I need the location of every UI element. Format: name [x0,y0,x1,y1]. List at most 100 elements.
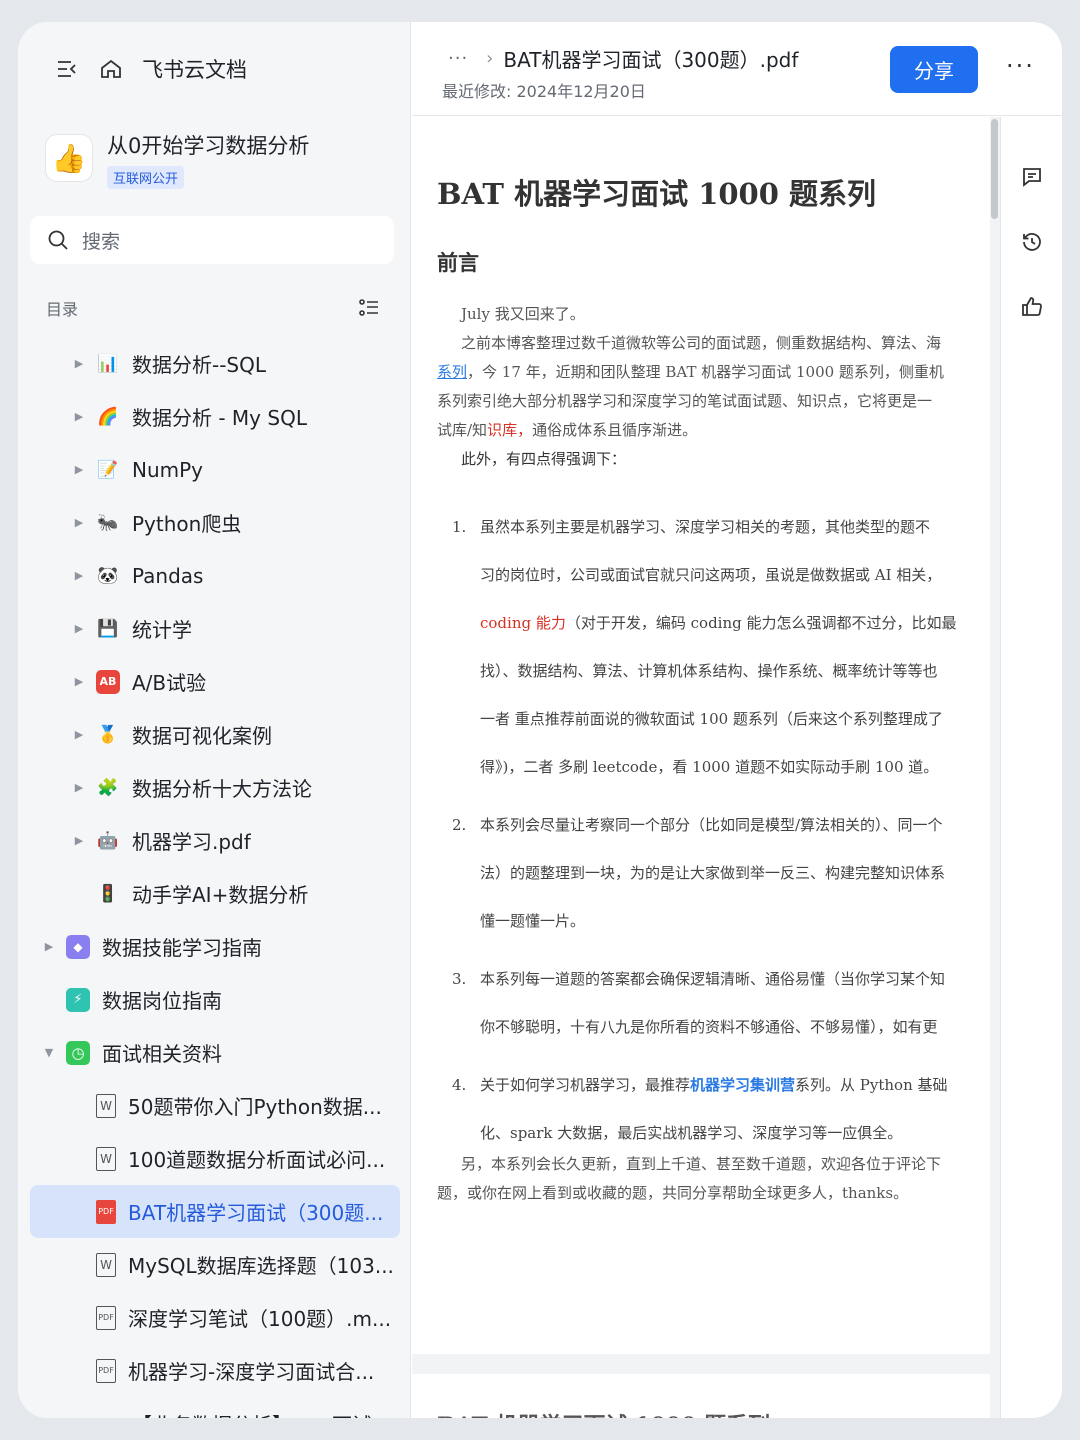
sidebar-item[interactable]: ▶ 💾 统计学 [30,602,400,655]
intro-line: 试库/知识库，通俗成体系且循序渐进。 [437,421,698,439]
sidebar-item[interactable]: ▶ 🌈 数据分析 - My SQL [30,390,400,443]
sidebar-item-label: A/B试验 [132,671,207,695]
chevron-right-icon[interactable]: ▶ [72,781,86,794]
breadcrumb-more-icon[interactable]: ··· [448,48,468,69]
sidebar-item[interactable]: ▶ 🥇 数据可视化案例 [30,708,400,761]
list-item: 3. 本系列每一道题的答案都会确保逻辑清晰、通俗易懂（当你学习某个知 你不够聪明，十… [452,955,957,1051]
chevron-right-icon[interactable]: ▶ [72,834,86,847]
sidebar-item[interactable]: 🚦 动手学AI+数据分析 [30,867,400,920]
intro-paragraph: July 我又回来了。 之前本博客整理过数千道微软等公司的面试题，侧重数据结构、… [437,300,944,474]
file-title[interactable]: BAT机器学习面试（300题）.pdf [503,44,798,73]
sidebar-item-label: NumPy [132,457,204,482]
pdf-page: BAT 机器学习面试 1000 题系列 前言 July 我又回来了。 之前本博客… [412,117,990,1354]
collapse-sidebar-icon[interactable] [54,56,80,82]
sidebar-item-label: 数据技能学习指南 [102,936,262,960]
list-line: 2. 本系列会尽量让考察同一个部分（比如同是模型/算法相关的）、同一个 [452,816,943,834]
sidebar-top: 飞书云文档 [54,54,247,84]
sidebar-item-label: 机器学习-深度学习面试合... [128,1360,375,1384]
scrollbar[interactable] [990,117,1000,1418]
sidebar-item[interactable]: W 100道题数据分析面试必问... [30,1132,400,1185]
list-line: 习的岗位时，公司或面试官就只问这两项，虽说是做数据或 AI 相关， [480,566,942,584]
list-line: 4. 关于如何学习机器学习，最推荐机器学习集训营系列。从 Python 基础 [452,1076,948,1094]
sidebar-item[interactable]: PDF 深度学习笔试（100题）.m... [30,1291,400,1344]
like-icon[interactable] [1017,292,1047,322]
sidebar-item[interactable]: ▶ AB A/B试验 [30,655,400,708]
intro-line: July 我又回来了。 [461,305,585,323]
doc-type-icon: 🤖 [97,830,119,851]
more-options-icon[interactable]: ··· [1006,52,1035,80]
scrollbar-thumb[interactable] [991,119,998,219]
sidebar-item[interactable]: ▭ 【业务数据分析】——面试... [30,1397,400,1418]
sidebar-item-label: 统计学 [132,618,192,642]
chevron-right-icon[interactable]: ▶ [72,622,86,635]
doc-type-icon: W [96,1093,116,1118]
sidebar-item[interactable]: PDF BAT机器学习面试（300题... [30,1185,400,1238]
doc-tree: ▶ 📊 数据分析--SQL ▶ 🌈 数据分析 - My SQL ▶ 📝 NumPy ▶ 🐜 Pytho… [30,337,400,1418]
chevron-right-icon[interactable]: ▶ [72,463,86,476]
toc-list-icon[interactable] [357,296,381,320]
doc-type-icon: ▭ [96,1412,120,1419]
chevron-right-icon[interactable]: ▶ [72,516,86,529]
search-icon [48,230,68,250]
workspace-name: 从0开始学习数据分析 [107,134,310,158]
list-line: 1. 虽然本系列主要是机器学习、深度学习相关的考题，其他类型的题不 [452,518,931,536]
chevron-right-icon: › [486,48,494,69]
sidebar-item[interactable]: ▶ ◆ 数据技能学习指南 [30,920,400,973]
list-item: 4. 关于如何学习机器学习，最推荐机器学习集训营系列。从 Python 基础 化、s… [452,1061,957,1157]
sidebar-item[interactable]: PDF 机器学习-深度学习面试合... [30,1344,400,1397]
sidebar-item[interactable]: W 50题带你入门Python数据... [30,1079,400,1132]
doc-type-icon: PDF [96,1199,116,1224]
sidebar-item-label: 面试相关资料 [102,1042,222,1066]
intro-line: 之前本博客整理过数千道微软等公司的面试题，侧重数据结构、算法、海 [461,334,942,352]
chevron-right-icon[interactable]: ▶ [72,675,86,688]
sidebar-item[interactable]: ▶ 📝 NumPy [30,443,400,496]
history-icon[interactable] [1017,227,1047,257]
chevron-right-icon[interactable]: ▶ [72,569,86,582]
sidebar-item-label: Python爬虫 [132,512,242,536]
chevron-right-icon[interactable]: ▶ [72,357,86,370]
sidebar-item[interactable]: ⚡ 数据岗位指南 [30,973,400,1026]
search-input[interactable]: 搜索 [30,216,394,264]
share-button[interactable]: 分享 [890,46,978,93]
home-icon[interactable] [98,56,124,82]
sidebar-item[interactable]: ▶ 🐼 Pandas [30,549,400,602]
workspace-header[interactable]: 👍 从0开始学习数据分析 互联网公开 [45,130,309,189]
chevron-right-icon[interactable]: ▶ [72,728,86,741]
sidebar-item-label: Pandas [132,563,204,588]
sidebar-item-label: 数据可视化案例 [132,724,272,748]
doc-section-title: 前言 [437,250,479,275]
doc-type-icon: W [96,1252,116,1277]
doc-type-icon: 🌈 [97,406,119,427]
sidebar-item[interactable]: ▶ 🤖 机器学习.pdf [30,814,400,867]
doc-type-icon: 🥇 [97,724,119,745]
list-line: 一者 重点推荐前面说的微软面试 100 题系列（后来这个系列整理成了 [480,710,943,728]
doc-title: BAT 机器学习面试 1000 题系列 [437,177,877,211]
doc-type-icon: AB [96,669,120,694]
intro-line: 系列，今 17 年，近期和团队整理 BAT 机器学习面试 1000 题系列，侧重… [437,363,944,381]
list-line: 3. 本系列每一道题的答案都会确保逻辑清晰、通俗易懂（当你学习某个知 [452,970,946,988]
list-line: 得》)，二者 多刷 leetcode，看 1000 道题不如实际动手刷 100 … [480,758,939,776]
sidebar-item-label: 动手学AI+数据分析 [132,883,309,907]
doc-type-icon: ◷ [66,1040,90,1065]
chevron-right-icon[interactable]: ▶ [42,940,56,953]
list-line: 法）的题整理到一块，为的是让大家做到举一反三、构建完整知识体系 [480,864,946,882]
list-line: 找）、数据结构、算法、计算机体系结构、操作系统、概率统计等等也 [480,662,938,680]
sidebar-item[interactable]: ▶ 🧩 数据分析十大方法论 [30,761,400,814]
chevron-right-icon[interactable]: ▶ [72,410,86,423]
pdf-viewer[interactable]: BAT 机器学习面试 1000 题系列 前言 July 我又回来了。 之前本博客… [412,117,990,1418]
doc-type-icon: ⚡ [66,987,90,1012]
sidebar-item-label: 数据岗位指南 [102,989,222,1013]
list-line: 懂一题懂一片。 [480,912,586,930]
doc-type-icon: 📝 [97,459,119,480]
sidebar-item[interactable]: W MySQL数据库选择题（103... [30,1238,400,1291]
comment-icon[interactable] [1017,162,1047,192]
sidebar-item[interactable]: ▼ ◷ 面试相关资料 [30,1026,400,1079]
toc-header: 目录 [46,296,381,320]
chevron-down-icon[interactable]: ▼ [42,1046,56,1059]
app-name[interactable]: 飞书云文档 [142,54,247,84]
sidebar-item[interactable]: ▶ 🐜 Python爬虫 [30,496,400,549]
sidebar-item-label: BAT机器学习面试（300题... [128,1201,384,1225]
sidebar-item[interactable]: ▶ 📊 数据分析--SQL [30,337,400,390]
sidebar-item-label: 数据分析十大方法论 [132,777,312,801]
list-item: 2. 本系列会尽量让考察同一个部分（比如同是模型/算法相关的）、同一个法）的题整理… [452,801,957,945]
